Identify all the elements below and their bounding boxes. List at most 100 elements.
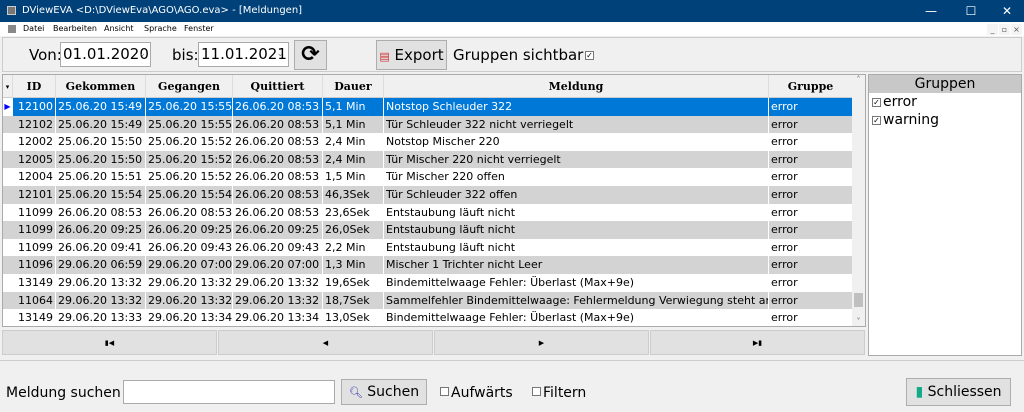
von-date-picker[interactable]: 01.01.2020 ⌄ [60, 42, 151, 67]
export-button[interactable]: ▤ Export [376, 40, 447, 70]
cell-gegangen: 25.06.20 15:55 [146, 98, 233, 116]
refresh-button[interactable]: ⟳ [294, 40, 327, 70]
table-row[interactable]: 12005 25.06.20 15:50 25.06.20 15:52 26.06.2… [3, 150, 853, 169]
cell-quittiert: 26.06.20 08:53 [233, 115, 323, 134]
cell-meldung: Entstaubung läuft nicht [384, 238, 769, 257]
von-value: 01.01.2020 [63, 45, 149, 63]
cell-id: 12002 [13, 133, 56, 151]
first-icon: ▮◀ [104, 339, 115, 347]
mdi-minimize-button[interactable]: _ [987, 24, 998, 35]
exit-icon: ▮ [915, 384, 924, 400]
row-header-icon: ▾ [3, 75, 13, 98]
cell-gegangen: 26.06.20 08:53 [146, 203, 233, 222]
scroll-up-icon[interactable]: ˄ [852, 75, 865, 84]
cell-gegangen: 25.06.20 15:54 [146, 186, 233, 204]
group-checkbox[interactable]: ✓ [872, 116, 881, 125]
scroll-thumb[interactable] [854, 293, 863, 307]
col-gruppe[interactable]: Gruppe [769, 75, 853, 98]
cell-gegangen: 29.06.20 13:32 [146, 291, 233, 310]
cell-id: 13149 [13, 309, 56, 326]
cell-gekommen: 25.06.20 15:54 [56, 186, 146, 204]
cell-gruppe: error [769, 186, 853, 204]
search-button[interactable]: 🔍︎ Suchen [341, 379, 427, 405]
filtern-checkbox[interactable]: Filtern [532, 385, 586, 401]
gruppen-sichtbar-checkbox[interactable]: ✓ [585, 51, 594, 60]
checkbox-icon [440, 387, 449, 396]
mdi-restore-button[interactable]: ▫ [999, 24, 1010, 35]
table-row[interactable]: 12101 25.06.20 15:54 25.06.20 15:54 26.06.2… [3, 186, 853, 204]
menu-sprache[interactable]: Sprache [144, 22, 177, 36]
table-row[interactable]: 12004 25.06.20 15:51 25.06.20 15:52 26.06.2… [3, 168, 853, 186]
group-item-warning[interactable]: ✓ warning [869, 111, 1021, 129]
table-row[interactable]: ▶ 12100 25.06.20 15:49 25.06.20 15:55 26.06.… [3, 98, 853, 116]
navigation-bar: ▮◀ ◀ ▶ ▶▮ [2, 330, 866, 356]
close-window-button[interactable]: ✕ [990, 0, 1024, 22]
col-id[interactable]: ID [13, 75, 56, 98]
menu-fenster[interactable]: Fenster [184, 22, 214, 36]
aufwaerts-checkbox[interactable]: Aufwärts [440, 385, 513, 401]
cell-gruppe: error [769, 291, 853, 310]
col-quittiert[interactable]: Quittiert [233, 75, 323, 98]
col-meldung[interactable]: Meldung [384, 75, 769, 98]
window-title: DViewEVA <D:\DViewEva\AGO\AGO.eva> - [Me… [22, 5, 303, 16]
table-row[interactable]: 11099 26.06.20 08:53 26.06.20 08:53 26.06.2… [3, 203, 853, 222]
cell-dauer: 18,7Sek [323, 291, 384, 310]
group-item-error[interactable]: ✓ error [869, 93, 1021, 111]
cell-gekommen: 25.06.20 15:50 [56, 133, 146, 151]
previous-page-button[interactable]: ◀ [218, 330, 433, 355]
search-input[interactable] [123, 380, 335, 404]
maximize-button[interactable]: ☐ [954, 0, 988, 22]
table-row[interactable]: 13149 29.06.20 13:33 29.06.20 13:34 29.06.2… [3, 309, 853, 326]
col-gekommen[interactable]: Gekommen [56, 75, 146, 98]
last-page-button[interactable]: ▶▮ [650, 330, 865, 355]
search-button-label: Suchen [367, 384, 420, 400]
cell-dauer: 2,2 Min [323, 238, 384, 257]
cell-gekommen: 29.06.20 13:33 [56, 309, 146, 326]
cell-dauer: 26,0Sek [323, 221, 384, 239]
cell-dauer: 13,0Sek [323, 309, 384, 326]
cell-id: 12004 [13, 168, 56, 186]
cell-gekommen: 26.06.20 09:41 [56, 238, 146, 257]
first-page-button[interactable]: ▮◀ [2, 330, 217, 355]
cell-quittiert: 26.06.20 09:43 [233, 238, 323, 257]
col-dauer[interactable]: Dauer [323, 75, 384, 98]
mdi-close-button[interactable]: × [1011, 24, 1022, 35]
menu-bar: Datei Bearbeiten Ansicht Sprache Fenster [0, 22, 1024, 36]
scroll-down-icon[interactable]: ˅ [852, 317, 865, 326]
cell-gegangen: 29.06.20 07:00 [146, 256, 233, 274]
table-row[interactable]: 11096 29.06.20 06:59 29.06.20 07:00 29.06.2… [3, 256, 853, 274]
cell-gruppe: error [769, 274, 853, 292]
table-row[interactable]: 13149 29.06.20 13:32 29.06.20 13:32 29.06.2… [3, 274, 853, 292]
search-label: Meldung suchen [6, 385, 121, 401]
cell-dauer: 5,1 Min [323, 98, 384, 116]
minimize-button[interactable]: — [914, 0, 948, 22]
cell-id: 11099 [13, 238, 56, 257]
cell-dauer: 5,1 Min [323, 115, 384, 134]
table-row[interactable]: 11099 26.06.20 09:25 26.06.20 09:25 26.06.2… [3, 221, 853, 239]
cell-id: 12005 [13, 150, 56, 169]
close-button[interactable]: ▮ Schliessen [906, 378, 1011, 406]
bis-date-picker[interactable]: 11.01.2021 ⌄ [198, 42, 289, 67]
cell-gekommen: 26.06.20 09:25 [56, 221, 146, 239]
cell-quittiert: 26.06.20 08:53 [233, 168, 323, 186]
group-checkbox[interactable]: ✓ [872, 98, 881, 107]
table-row[interactable]: 11064 29.06.20 13:32 29.06.20 13:32 29.06.2… [3, 291, 853, 310]
cell-gekommen: 26.06.20 08:53 [56, 203, 146, 222]
menu-bearbeiten[interactable]: Bearbeiten [53, 22, 97, 36]
next-page-button[interactable]: ▶ [434, 330, 649, 355]
table-row[interactable]: 12102 25.06.20 15:49 25.06.20 15:55 26.06.2… [3, 115, 853, 134]
table-row[interactable]: 11099 26.06.20 09:41 26.06.20 09:43 26.06.2… [3, 238, 853, 257]
cell-dauer: 23,6Sek [323, 203, 384, 222]
cell-gruppe: error [769, 203, 853, 222]
menu-datei[interactable]: Datei [23, 22, 44, 36]
cell-gegangen: 26.06.20 09:43 [146, 238, 233, 257]
bis-label: bis: [172, 46, 199, 64]
cell-gruppe: error [769, 256, 853, 274]
menu-ansicht[interactable]: Ansicht [104, 22, 134, 36]
cell-gruppe: error [769, 309, 853, 326]
cell-gruppe: error [769, 150, 853, 169]
von-label: Von: [29, 46, 62, 64]
table-row[interactable]: 12002 25.06.20 15:50 25.06.20 15:52 26.06.2… [3, 133, 853, 151]
col-gegangen[interactable]: Gegangen [146, 75, 233, 98]
vertical-scrollbar[interactable]: ˄ ˅ [852, 75, 865, 326]
